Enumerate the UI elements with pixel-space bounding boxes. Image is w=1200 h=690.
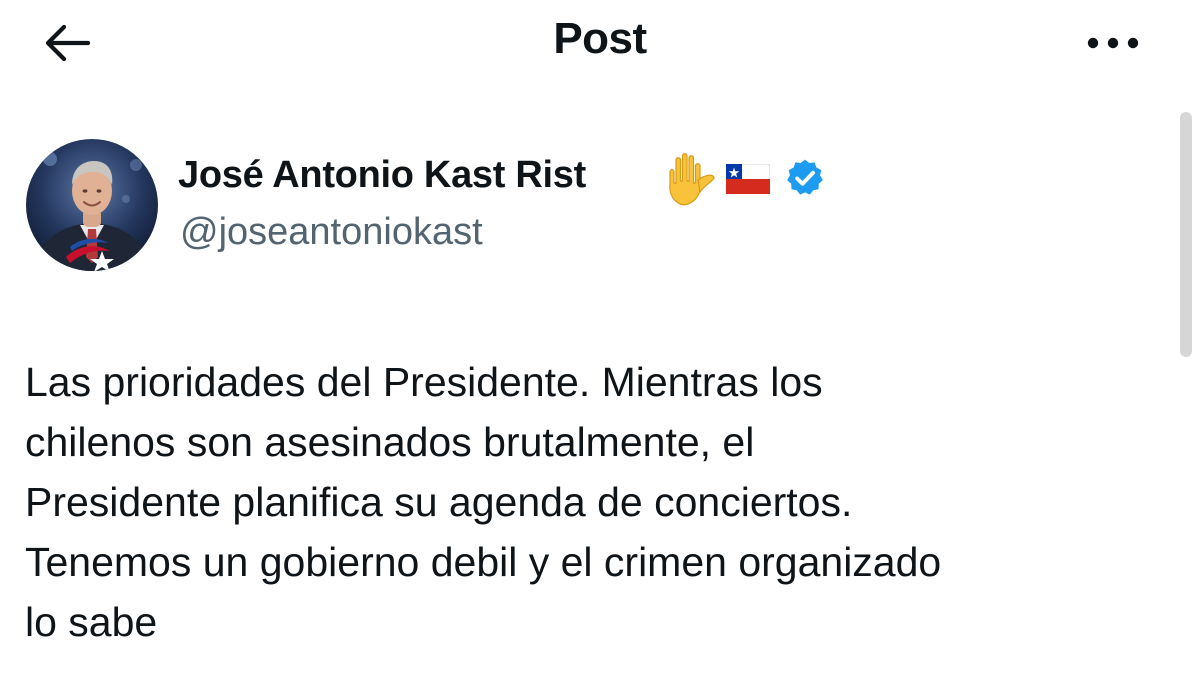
- post-text-line: lo sabe: [25, 599, 158, 645]
- verified-badge-icon: [784, 157, 826, 199]
- avatar[interactable]: [26, 139, 158, 271]
- profile-photo: [26, 139, 158, 271]
- more-options-button[interactable]: [1078, 20, 1148, 66]
- back-button[interactable]: [38, 18, 96, 68]
- post-text-line: chilenos son asesinados brutalmente, el: [25, 419, 755, 465]
- author-handle[interactable]: @joseantoniokast: [180, 211, 483, 254]
- post-text-line: Las prioridades del Presidente. Mientras…: [25, 359, 823, 405]
- arrow-left-icon: [45, 24, 91, 62]
- post-text: Las prioridades del Presidente. Mientras…: [25, 352, 1175, 652]
- chile-flag-emoji: [725, 163, 771, 195]
- raised-hand-emoji: [662, 150, 720, 206]
- more-horizontal-icon: [1087, 37, 1139, 49]
- post-text-line: Tenemos un gobierno debil y el crimen or…: [25, 539, 942, 585]
- top-bar: Post: [0, 0, 1200, 90]
- page-title: Post: [553, 14, 647, 63]
- scrollbar[interactable]: [1180, 112, 1192, 357]
- author-name[interactable]: José Antonio Kast Rist: [178, 154, 586, 197]
- post-text-line: Presidente planifica su agenda de concie…: [25, 479, 853, 525]
